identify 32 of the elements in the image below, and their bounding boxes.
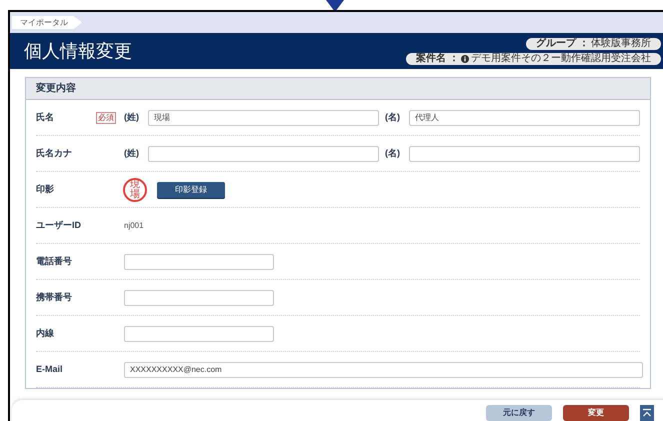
field-label: ユーザーID xyxy=(36,218,82,232)
text-input[interactable] xyxy=(409,146,640,162)
text-input[interactable] xyxy=(124,326,274,342)
field-label: 内線 xyxy=(36,326,55,340)
text-input[interactable] xyxy=(124,254,274,270)
required-badge: 必須 xyxy=(96,112,116,124)
field-label: 携帯番号 xyxy=(36,290,73,304)
submit-button[interactable]: 変更 xyxy=(563,405,629,421)
section-header: 変更内容 xyxy=(26,78,650,100)
pointer-icon xyxy=(326,0,344,12)
field-label: 印影 xyxy=(36,182,55,196)
register-stamp-button[interactable]: 印影登録 xyxy=(157,182,225,198)
group-badge: グループ ： 体験版事務所 xyxy=(526,38,661,50)
breadcrumb-link[interactable]: マイポータル xyxy=(12,16,82,29)
text-input[interactable]: 代理人 xyxy=(409,110,640,126)
page-title: 個人情報変更 xyxy=(24,40,132,62)
reset-button[interactable]: 元に戻す xyxy=(486,405,552,421)
field-sublabel: (姓) xyxy=(124,110,140,124)
scroll-top-icon[interactable] xyxy=(640,405,654,421)
field-label: 氏名カナ xyxy=(36,146,73,160)
field-sublabel: (姓) xyxy=(124,146,140,160)
field-label: E-Mail xyxy=(36,362,64,376)
project-badge: 案件名 ： デモ用案件その２ー動作確認用受注会社 xyxy=(406,52,661,64)
field-sublabel: (名) xyxy=(385,146,401,160)
field-label: 電話番号 xyxy=(36,254,73,268)
text-input[interactable]: 現場 xyxy=(148,110,379,126)
text-input[interactable] xyxy=(148,146,379,162)
field-sublabel: (名) xyxy=(385,110,401,124)
field-value: nj001 xyxy=(124,220,144,232)
text-input[interactable] xyxy=(124,290,274,306)
field-label: 氏名 xyxy=(36,110,55,124)
email-input[interactable]: XXXXXXXXXX@nec.com xyxy=(124,362,643,378)
